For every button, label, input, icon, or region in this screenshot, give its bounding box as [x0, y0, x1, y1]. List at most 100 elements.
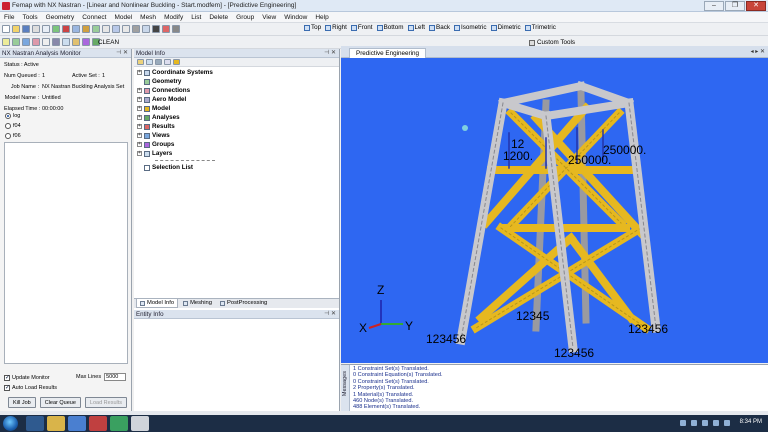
tree-views[interactable]: + Views	[137, 131, 336, 140]
radio-f04[interactable]: f04	[5, 121, 21, 131]
expand-icon[interactable]: +	[137, 115, 142, 120]
menu-group[interactable]: Group	[236, 14, 254, 21]
custom-tools-button[interactable]: Custom Tools	[529, 39, 575, 46]
kill-job-button[interactable]: Kill Job	[8, 397, 36, 408]
view-back-button[interactable]: Back	[429, 24, 450, 31]
print-icon[interactable]	[32, 25, 40, 33]
view-isometric-button[interactable]: Isometric	[454, 24, 487, 31]
auto-load-results-checkbox[interactable]: ✓ Auto Load Results	[4, 383, 130, 393]
app-taskbar-icon[interactable]	[68, 416, 86, 431]
restore-button[interactable]: ❐	[725, 1, 745, 11]
menu-connect[interactable]: Connect	[82, 14, 106, 21]
contour-icon[interactable]	[162, 25, 170, 33]
monitor-output-box[interactable]	[4, 142, 128, 364]
menu-view[interactable]: View	[262, 14, 276, 21]
clear-queue-button[interactable]: Clear Queue	[39, 397, 81, 408]
view-trimetric-button[interactable]: Trimetric	[524, 24, 556, 31]
expand-icon[interactable]: +	[137, 97, 142, 102]
clean-button[interactable]: CLEAN	[98, 39, 119, 46]
tree-results[interactable]: + Results	[137, 122, 336, 131]
save-icon[interactable]	[22, 25, 30, 33]
menu-mesh[interactable]: Mesh	[140, 14, 156, 21]
menu-help[interactable]: Help	[315, 14, 328, 21]
expand-icon[interactable]: +	[137, 151, 142, 156]
view-front-button[interactable]: Front	[350, 24, 373, 31]
folder-icon[interactable]	[137, 59, 144, 65]
menu-file[interactable]: File	[4, 14, 14, 21]
layer-icon[interactable]	[62, 38, 70, 46]
visibility-icon[interactable]	[173, 59, 180, 65]
open-folder-icon[interactable]	[12, 25, 20, 33]
render-icon[interactable]	[122, 25, 130, 33]
view-rotate-icon[interactable]	[112, 25, 120, 33]
femap-taskbar-icon[interactable]	[131, 416, 149, 431]
close-button[interactable]: ✕	[746, 1, 766, 11]
tree-analyses[interactable]: + Analyses	[137, 113, 336, 122]
minimize-button[interactable]: –	[704, 1, 724, 11]
ie-taskbar-icon[interactable]	[26, 416, 44, 431]
delete-icon[interactable]	[62, 25, 70, 33]
post-icon[interactable]	[152, 25, 160, 33]
tree-model[interactable]: + Model	[137, 104, 336, 113]
volume-icon[interactable]	[724, 420, 730, 426]
radio-f06[interactable]: f06	[5, 131, 21, 141]
mesh-icon[interactable]	[82, 25, 90, 33]
explorer-taskbar-icon[interactable]	[47, 416, 65, 431]
options-icon[interactable]	[172, 25, 180, 33]
tab-meshing[interactable]: Meshing	[180, 299, 215, 308]
expand-icon[interactable]: +	[137, 88, 142, 93]
menu-tools[interactable]: Tools	[22, 14, 37, 21]
load-icon[interactable]	[82, 38, 90, 46]
tree-geometry[interactable]: Geometry	[137, 77, 336, 86]
document-tab[interactable]: Predictive Engineering	[349, 48, 427, 58]
new-file-icon[interactable]	[2, 25, 10, 33]
select-icon[interactable]	[72, 25, 80, 33]
expand-icon[interactable]	[155, 59, 162, 65]
view-bottom-button[interactable]: Bottom	[376, 24, 404, 31]
menu-window[interactable]: Window	[284, 14, 307, 21]
model-viewport[interactable]: Z Y X 123456 123456 12345 123456 12 1200…	[341, 58, 768, 363]
tab-postprocessing[interactable]: PostProcessing	[217, 299, 270, 308]
tray-icon[interactable]	[680, 420, 686, 426]
radio-log[interactable]: log	[5, 111, 21, 121]
panel-pin-icon[interactable]: ⊣ ✕	[324, 310, 336, 319]
pick-icon[interactable]	[2, 38, 10, 46]
menu-modify[interactable]: Modify	[164, 14, 183, 21]
app-taskbar-icon[interactable]	[110, 416, 128, 431]
menu-geometry[interactable]: Geometry	[46, 14, 75, 21]
menu-delete[interactable]: Delete	[209, 14, 228, 21]
tray-icon[interactable]	[702, 420, 708, 426]
app-taskbar-icon[interactable]	[89, 416, 107, 431]
filter-icon[interactable]	[146, 59, 153, 65]
node-icon[interactable]	[92, 25, 100, 33]
panel-pin-icon[interactable]: ⊣ ✕	[116, 49, 128, 58]
tree-coordinate-systems[interactable]: + Coordinate Systems	[137, 68, 336, 77]
view-top-button[interactable]: Top	[304, 24, 321, 31]
view-left-button[interactable]: Left	[407, 24, 425, 31]
expand-icon[interactable]: +	[137, 70, 142, 75]
panel-pin-icon[interactable]: ⊣ ✕	[324, 49, 336, 58]
surface-icon[interactable]	[22, 38, 30, 46]
tree-aero-model[interactable]: + Aero Model	[137, 95, 336, 104]
tab-model-info[interactable]: Model Info	[136, 299, 179, 308]
geometry-icon[interactable]	[12, 38, 20, 46]
tree-groups[interactable]: + Groups	[137, 140, 336, 149]
tree-selection-list[interactable]: Selection List	[137, 163, 336, 172]
network-icon[interactable]	[713, 420, 719, 426]
expand-icon[interactable]: +	[137, 142, 142, 147]
load-results-button[interactable]: Load Results	[84, 397, 128, 408]
messages-side-tab[interactable]: Messages	[341, 365, 350, 412]
tree-connections[interactable]: + Connections	[137, 86, 336, 95]
element-icon[interactable]	[102, 25, 110, 33]
expand-icon[interactable]: +	[137, 133, 142, 138]
curve-icon[interactable]	[32, 38, 40, 46]
taskbar-clock[interactable]: 8:34 PM	[740, 419, 762, 425]
tray-icon[interactable]	[691, 420, 697, 426]
menu-model[interactable]: Model	[114, 14, 132, 21]
expand-icon[interactable]: +	[137, 124, 142, 129]
view-dimetric-button[interactable]: Dimetric	[490, 24, 521, 31]
property-icon[interactable]	[72, 38, 80, 46]
expand-icon[interactable]: +	[137, 106, 142, 111]
tree-layers[interactable]: + Layers	[137, 149, 336, 158]
copy-icon[interactable]	[42, 25, 50, 33]
